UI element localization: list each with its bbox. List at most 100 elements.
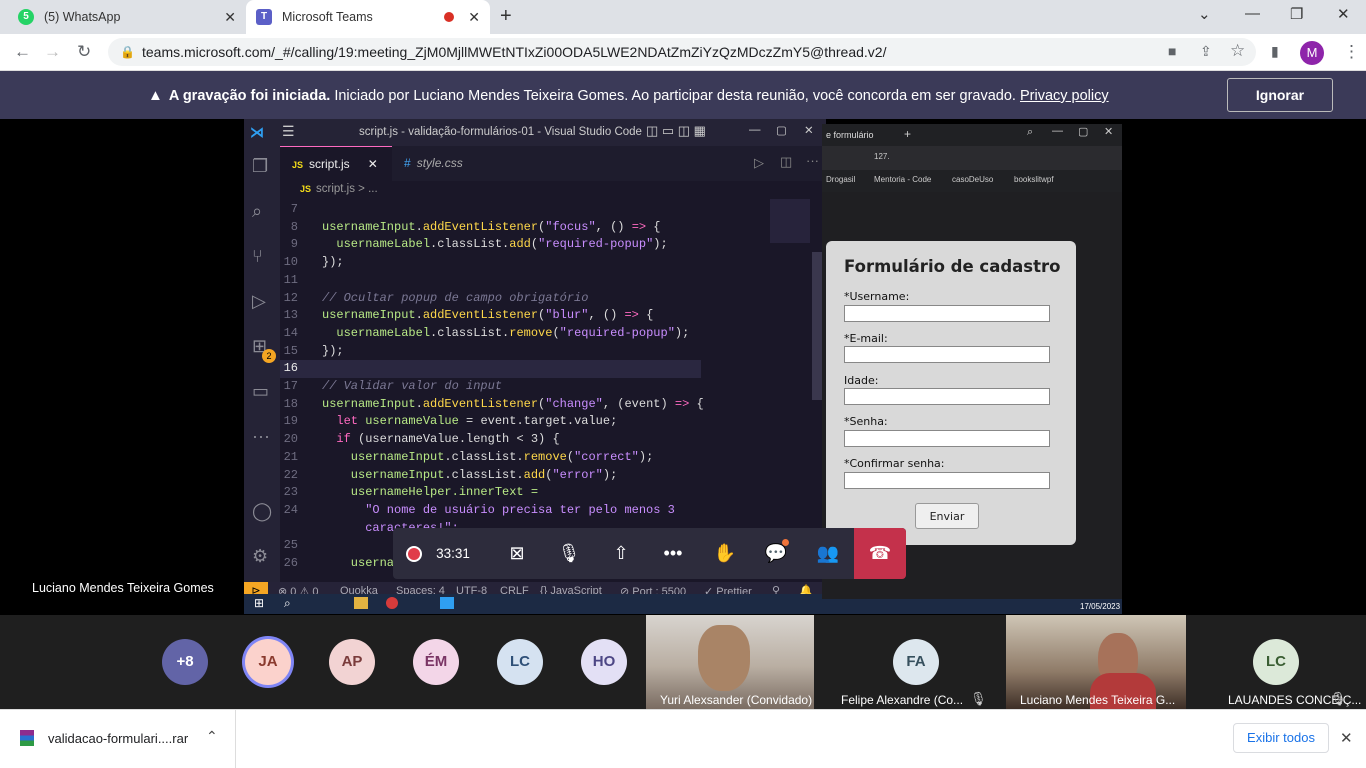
email-input[interactable] (844, 346, 1050, 363)
participant-name: Luciano Mendes Teixeira G... (1020, 693, 1176, 707)
hang-up-button[interactable]: ☎ (854, 528, 906, 579)
breadcrumb[interactable]: JS script.js > ... (300, 183, 378, 195)
code-line: 11 (283, 272, 298, 287)
bookmark-item[interactable]: Drogasil (826, 175, 855, 184)
minimize-icon[interactable]: — (1245, 5, 1260, 22)
close-icon[interactable]: ✕ (804, 123, 814, 137)
avatar[interactable]: AP (329, 639, 375, 685)
maximize-icon[interactable]: ▢ (1078, 125, 1088, 138)
close-icon[interactable]: ✕ (1104, 125, 1113, 138)
rar-file-icon (20, 730, 34, 746)
search-icon[interactable]: ⌕ (1027, 126, 1033, 139)
new-tab-button[interactable]: + (500, 5, 512, 28)
username-input[interactable] (844, 305, 1050, 322)
share-screen-button[interactable]: ⇧ (595, 528, 647, 579)
username-label: *Username: (844, 290, 910, 303)
more-icon: ••• (663, 543, 683, 563)
breadcrumb-text: script.js > ... (316, 183, 378, 195)
remote-explorer-icon[interactable]: ▭ (252, 381, 269, 402)
show-all-button[interactable]: Exibir todos (1233, 723, 1329, 753)
close-icon[interactable]: ✕ (468, 9, 480, 26)
recording-timer: 33:31 (393, 528, 485, 579)
code-line: 24 "O nome de usuário precisa ter pelo m… (283, 502, 675, 517)
banner-message: ▲ A gravação foi iniciada. Iniciado por L… (148, 87, 1109, 104)
explorer-icon[interactable]: ❐ (252, 156, 268, 177)
menu-icon[interactable]: ☰ (282, 123, 295, 140)
preview-tab-title[interactable]: e formulário (826, 130, 874, 140)
bookmark-item[interactable]: bookslitwpf (1014, 175, 1054, 184)
profile-avatar[interactable]: M (1300, 41, 1324, 65)
avatar[interactable]: HO (581, 639, 627, 685)
more-actions-button[interactable]: ••• (647, 528, 699, 579)
avatar[interactable]: LC (497, 639, 543, 685)
bookmark-star-icon[interactable]: ☆ (1230, 41, 1245, 61)
tab-whatsapp[interactable]: 5 (5) WhatsApp ✕ (8, 0, 246, 34)
forward-icon[interactable]: → (44, 42, 61, 62)
video-tile-yuri[interactable]: Yuri Alexsander (Convidado) (646, 615, 814, 709)
tab-script-js[interactable]: JS script.js ✕ (280, 146, 392, 181)
close-window-icon[interactable]: ✕ (1337, 5, 1350, 23)
download-item[interactable]: validacao-formulari....rar ⌃ (0, 710, 236, 768)
tab-teams[interactable]: T Microsoft Teams ✕ (246, 0, 490, 34)
split-editor-icon[interactable]: ◫ (780, 154, 792, 170)
raise-hand-button[interactable]: ✋ (699, 528, 751, 579)
windows-start-icon: ⊞ (254, 596, 265, 610)
close-icon[interactable]: ✕ (368, 157, 378, 171)
camera-off-button[interactable]: ⊠ (491, 528, 543, 579)
tab-title: Microsoft Teams (282, 10, 373, 24)
privacy-link[interactable]: Privacy policy (1020, 88, 1109, 104)
code-editor[interactable]: 7 8 usernameInput.addEventListener("focus… (280, 201, 774, 579)
minimize-icon[interactable]: — (749, 124, 761, 136)
avatar[interactable]: FA (893, 639, 939, 685)
reload-icon[interactable]: ↻ (77, 42, 91, 62)
maximize-icon[interactable]: ▢ (776, 123, 787, 137)
avatar[interactable]: LC (1253, 639, 1299, 685)
code-line: 7 (290, 202, 298, 216)
sidebar-icon[interactable]: ▮ (1271, 43, 1279, 60)
form-title: Formulário de cadastro (844, 257, 1061, 276)
search-icon[interactable]: ⌕ (252, 201, 262, 222)
overflow-participants[interactable]: +8 (162, 639, 208, 685)
mic-off-button[interactable]: 🎙 (543, 528, 595, 579)
code-line: 17// Validar valor do input (283, 379, 503, 393)
menu-dots-icon[interactable]: ⋮ (1343, 42, 1360, 62)
gear-icon[interactable]: ⚙ (252, 546, 268, 567)
back-icon[interactable]: ← (14, 42, 31, 62)
code-line: 23 usernameHelper.innerText = (283, 485, 539, 500)
url-field[interactable]: 🔒 teams.microsoft.com/_#/calling/19:meet… (108, 38, 1256, 66)
video-tile-luciano[interactable]: Luciano Mendes Teixeira G... (1006, 615, 1186, 709)
share-icon[interactable]: ⇪ (1200, 43, 1212, 60)
avatar[interactable]: JA (245, 639, 291, 685)
camera-icon[interactable]: ■ (1168, 43, 1176, 59)
more-actions-icon[interactable]: ··· (806, 153, 819, 168)
call-controls: 33:31 ⊠ 🎙 ⇧ ••• ✋ 💬 👥 ☎ (393, 528, 906, 579)
chat-button[interactable]: 💬 (750, 528, 802, 579)
more-icon[interactable]: ··· (252, 426, 270, 447)
new-tab-button[interactable]: + (904, 127, 911, 141)
bookmark-item[interactable]: casoDeUso (952, 175, 993, 184)
minimize-icon[interactable]: — (1052, 125, 1063, 137)
bookmark-item[interactable]: Mentoria - Code (874, 175, 931, 184)
run-debug-icon[interactable]: ▷ (252, 291, 266, 312)
minimap[interactable] (770, 199, 810, 243)
run-icon[interactable]: ▷ (754, 155, 764, 171)
submit-button[interactable]: Enviar (915, 503, 979, 529)
confirm-password-input[interactable] (844, 472, 1050, 489)
tab-search-icon[interactable]: ⌄ (1198, 5, 1211, 23)
ignore-button[interactable]: Ignorar (1227, 78, 1333, 112)
age-input[interactable] (844, 388, 1050, 405)
source-control-icon[interactable]: ⑂ (252, 246, 263, 267)
close-icon[interactable]: ✕ (224, 9, 236, 26)
hand-icon: ✋ (713, 543, 737, 563)
folder-icon (354, 597, 368, 609)
password-input[interactable] (844, 430, 1050, 447)
avatar[interactable]: ÉM (413, 639, 459, 685)
tab-style-css[interactable]: # style.css (392, 146, 506, 181)
account-icon[interactable]: ◯ (252, 501, 272, 522)
participants-button[interactable]: 👥 (802, 528, 854, 579)
close-icon[interactable]: ✕ (1340, 729, 1353, 747)
chevron-up-icon[interactable]: ⌃ (206, 728, 218, 745)
maximize-icon[interactable]: ❐ (1290, 5, 1303, 23)
address-field[interactable]: 127. (874, 152, 890, 161)
layout-icon[interactable]: ◫ ▭ ◫ ▦ (646, 123, 706, 139)
